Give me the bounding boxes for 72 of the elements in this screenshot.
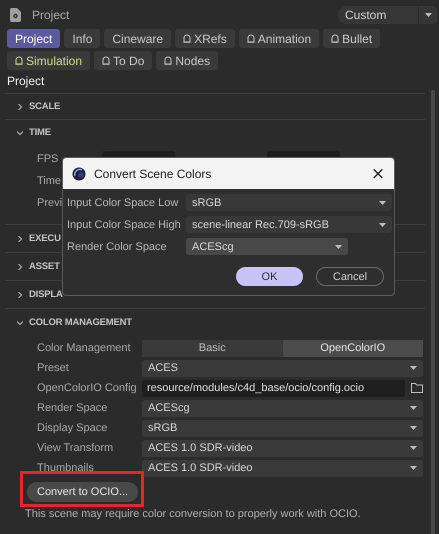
field-label: FPS — [37, 153, 58, 165]
caret-icon — [379, 222, 386, 226]
cancel-button[interactable]: Cancel — [316, 267, 384, 286]
caret-icon — [410, 426, 417, 430]
dialog-title: Convert Scene Colors — [94, 166, 212, 180]
convert-button[interactable]: Convert to OCIO... — [27, 482, 138, 502]
section-title: ASSET — [29, 261, 60, 272]
field-label: View Transform — [37, 442, 114, 454]
field-label: Previ — [37, 197, 62, 209]
bell-icon — [164, 56, 172, 65]
ok-button[interactable]: OK — [236, 267, 303, 286]
chevron-right-icon[interactable] — [17, 292, 23, 298]
tab[interactable]: Bullet — [323, 29, 380, 48]
caret-icon — [335, 244, 342, 248]
caret-icon — [424, 12, 432, 16]
chevron-down-icon[interactable] — [17, 320, 23, 326]
tab[interactable]: To Do — [94, 51, 152, 70]
section-title: DISPLA — [29, 289, 63, 300]
field-label: Input Color Space Low — [67, 196, 180, 208]
dropdown[interactable]: scene-linear Rec.709-sRGB — [186, 216, 392, 233]
section-title: COLOR MANAGEMENT — [29, 317, 132, 328]
tab[interactable]: XRefs — [175, 29, 235, 48]
field-label: Color Management — [37, 342, 131, 354]
panel-title: Project — [32, 8, 70, 22]
dropdown[interactable]: sRGB — [186, 194, 392, 211]
preset-dropdown[interactable]: Custom — [338, 6, 437, 24]
caret-icon — [410, 406, 417, 410]
caret-icon — [410, 466, 417, 470]
segment-option[interactable]: Basic — [142, 340, 282, 356]
section-title: EXECU — [29, 233, 61, 244]
section-title: SCALE — [29, 101, 60, 112]
segment-option[interactable]: OpenColorIO — [282, 340, 423, 356]
section-title: TIME — [29, 127, 51, 138]
bell-icon — [15, 56, 23, 65]
section-heading: Project — [6, 74, 46, 88]
field-label: Render Space — [37, 402, 108, 414]
chevron-down-icon[interactable] — [17, 130, 23, 136]
tab[interactable]: Project — [7, 29, 60, 48]
bell-icon — [246, 34, 255, 43]
dropdown[interactable]: ACES — [142, 360, 423, 376]
tab[interactable]: Simulation — [7, 51, 90, 70]
bell-icon — [331, 34, 340, 43]
sphere-logo-icon — [72, 166, 86, 180]
close-button[interactable]: × — [370, 164, 386, 184]
dropdown[interactable]: ACES 1.0 SDR-video — [142, 460, 423, 476]
caret-icon — [410, 366, 417, 370]
tab[interactable]: Info — [64, 29, 100, 48]
tab[interactable]: Animation — [238, 29, 320, 48]
chevron-right-icon[interactable] — [17, 236, 23, 242]
document-gear-icon — [10, 8, 21, 22]
field-label: OpenColorIO Config — [37, 382, 137, 394]
bell-icon — [183, 34, 192, 43]
field-label: Input Color Space High — [67, 218, 182, 230]
chevron-right-icon[interactable] — [17, 104, 23, 110]
field-label: Preset — [37, 362, 69, 374]
folder-icon[interactable] — [411, 383, 423, 393]
dropdown[interactable]: sRGB — [142, 420, 423, 436]
caret-icon — [379, 200, 386, 204]
chevron-right-icon[interactable] — [17, 264, 23, 270]
field-label: Thumbnails — [37, 462, 94, 474]
field-label: Time — [37, 175, 62, 187]
dropdown[interactable]: ACES 1.0 SDR-video — [142, 440, 423, 456]
dropdown[interactable]: ACEScg — [186, 238, 348, 255]
conversion-note: This scene may require color conversion to properly work with OCIO. — [25, 508, 362, 522]
dropdown[interactable]: ACEScg — [142, 400, 423, 416]
bell-icon — [102, 56, 110, 65]
field-label: Display Space — [37, 422, 108, 434]
caret-icon — [410, 446, 417, 450]
field-label: Render Color Space — [67, 240, 168, 252]
path-field[interactable]: resource/modules/c4d_base/ocio/config.ocio — [142, 380, 405, 396]
tab[interactable]: Cineware — [104, 29, 172, 48]
tab[interactable]: Nodes — [156, 51, 218, 70]
